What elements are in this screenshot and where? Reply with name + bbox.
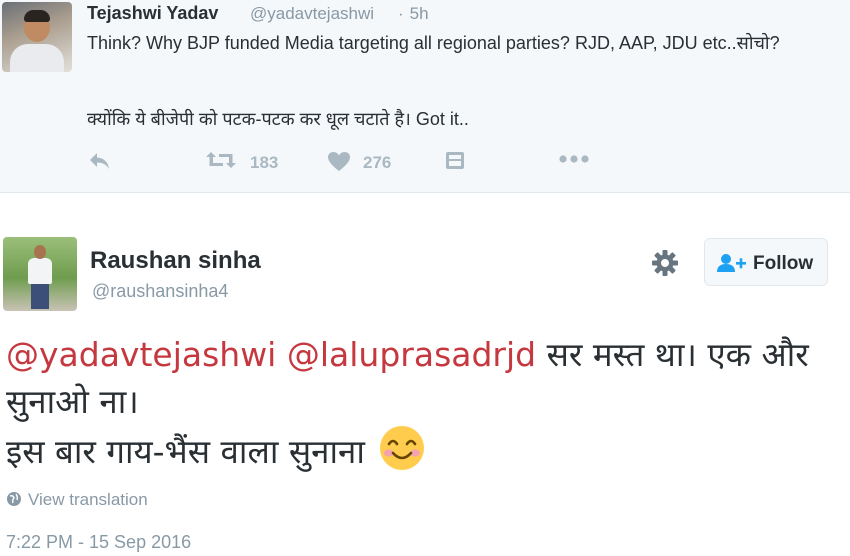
more-icon[interactable] (559, 152, 589, 166)
author-handle[interactable]: @yadavtejashwi (250, 4, 374, 24)
tweet-text: @yadavtejashwi @laluprasadrjd सर मस्त था… (6, 331, 846, 483)
author-name[interactable]: Tejashwi Yadav (87, 3, 218, 24)
heart-icon[interactable] (327, 151, 351, 172)
mention-link[interactable]: @laluprasadrjd (287, 335, 536, 374)
reply-icon[interactable] (88, 150, 112, 172)
retweet-count: 183 (250, 153, 279, 172)
card-icon[interactable] (445, 151, 465, 171)
author-avatar[interactable] (2, 2, 72, 72)
follow-label: Follow (753, 253, 814, 274)
tweet-text-line-3: इस बार गाय-भैंस वाला सुनाना (6, 432, 365, 471)
globe-icon (7, 492, 21, 506)
separator: · (398, 4, 404, 23)
time-label: 5h (409, 4, 429, 23)
mention-link[interactable]: @yadavtejashwi (6, 335, 276, 374)
gear-icon[interactable] (651, 249, 679, 277)
smiling-face-icon (379, 425, 425, 483)
tweet-timestamp[interactable]: 7:22 PM - 15 Sep 2016 (6, 532, 191, 553)
reply-author-avatar[interactable] (3, 237, 77, 311)
tweet-text-line-1: Think? Why BJP funded Media targeting al… (87, 33, 780, 53)
quoted-tweet: Tejashwi Yadav @yadavtejashwi · 5h Think?… (0, 0, 850, 193)
like-count: 276 (363, 153, 392, 172)
add-user-icon (717, 253, 747, 278)
tweet-text-line-2: क्योंकि ये बीजेपी को पटक-पटक कर धूल चटात… (87, 109, 469, 129)
retweet-icon[interactable] (205, 149, 237, 171)
tweet-time[interactable]: · 5h (398, 4, 429, 24)
view-translation-link[interactable]: View translation (6, 490, 148, 510)
view-translation-label: View translation (28, 490, 148, 509)
reply-author-handle[interactable]: @raushansinha4 (92, 281, 228, 302)
reply-author-name[interactable]: Raushan sinha (90, 247, 261, 275)
follow-button[interactable]: Follow (704, 238, 828, 286)
